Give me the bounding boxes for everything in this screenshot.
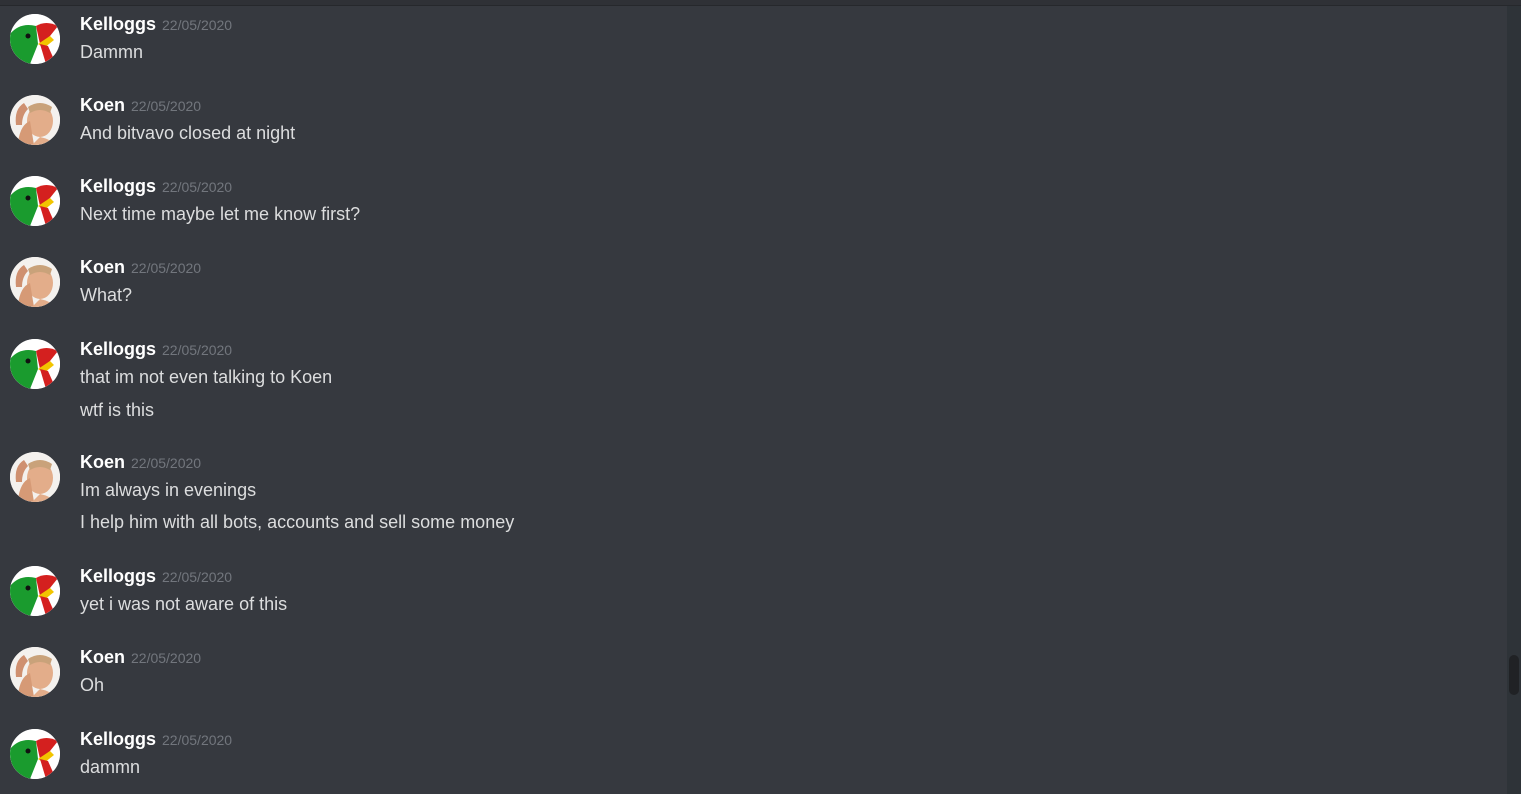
koen-avatar[interactable]	[10, 257, 60, 307]
timestamp: 22/05/2020	[162, 732, 233, 748]
timestamp: 22/05/2020	[131, 455, 202, 471]
message-text: yet i was not aware of this	[80, 594, 288, 614]
message-text: Oh	[80, 675, 105, 695]
message-text: Dammn	[80, 42, 144, 62]
kelloggs-avatar[interactable]	[10, 566, 60, 616]
username[interactable]: Koen	[80, 452, 125, 472]
kelloggs-avatar[interactable]	[10, 14, 60, 64]
timestamp: 22/05/2020	[131, 650, 202, 666]
timestamp: 22/05/2020	[131, 98, 202, 114]
kelloggs-avatar[interactable]	[10, 176, 60, 226]
message-text: And bitvavo closed at night	[80, 123, 296, 143]
timestamp: 22/05/2020	[162, 342, 233, 358]
message-header: Kelloggs 22/05/2020	[80, 14, 232, 36]
message-text: Im always in evenings	[80, 480, 257, 500]
username[interactable]: Kelloggs	[80, 566, 156, 586]
timestamp: 22/05/2020	[162, 179, 233, 195]
message-text: I help him with all bots, accounts and s…	[80, 512, 515, 532]
timestamp: 22/05/2020	[162, 17, 233, 33]
koen-avatar[interactable]	[10, 647, 60, 697]
username[interactable]: Kelloggs	[80, 14, 156, 34]
username[interactable]: Kelloggs	[80, 729, 156, 749]
kelloggs-avatar[interactable]	[10, 339, 60, 389]
username[interactable]: Koen	[80, 257, 125, 277]
message-header: Koen 22/05/2020	[80, 647, 201, 669]
scrollbar-thumb[interactable]	[1509, 655, 1519, 695]
koen-avatar[interactable]	[10, 95, 60, 145]
username[interactable]: Kelloggs	[80, 339, 156, 359]
message-text: that im not even talking to Koen	[80, 367, 333, 387]
message-header: Kelloggs 22/05/2020	[80, 339, 232, 361]
username[interactable]: Koen	[80, 95, 125, 115]
username[interactable]: Koen	[80, 647, 125, 667]
message-header: Koen 22/05/2020	[80, 452, 201, 474]
message-text: What?	[80, 285, 133, 305]
message-list[interactable]: Kelloggs 22/05/2020 Dammn Koen 22/05/2020 …	[0, 6, 1505, 794]
message-header: Koen 22/05/2020	[80, 95, 201, 117]
message-header: Koen 22/05/2020	[80, 257, 201, 279]
message-header: Kelloggs 22/05/2020	[80, 176, 232, 198]
username[interactable]: Kelloggs	[80, 176, 156, 196]
message-text: Next time maybe let me know first?	[80, 204, 361, 224]
timestamp: 22/05/2020	[162, 569, 233, 585]
message-header: Kelloggs 22/05/2020	[80, 729, 232, 751]
kelloggs-avatar[interactable]	[10, 729, 60, 779]
message-text: wtf is this	[80, 400, 155, 420]
message-text: dammn	[80, 757, 141, 777]
koen-avatar[interactable]	[10, 452, 60, 502]
timestamp: 22/05/2020	[131, 260, 202, 276]
message-header: Kelloggs 22/05/2020	[80, 566, 232, 588]
